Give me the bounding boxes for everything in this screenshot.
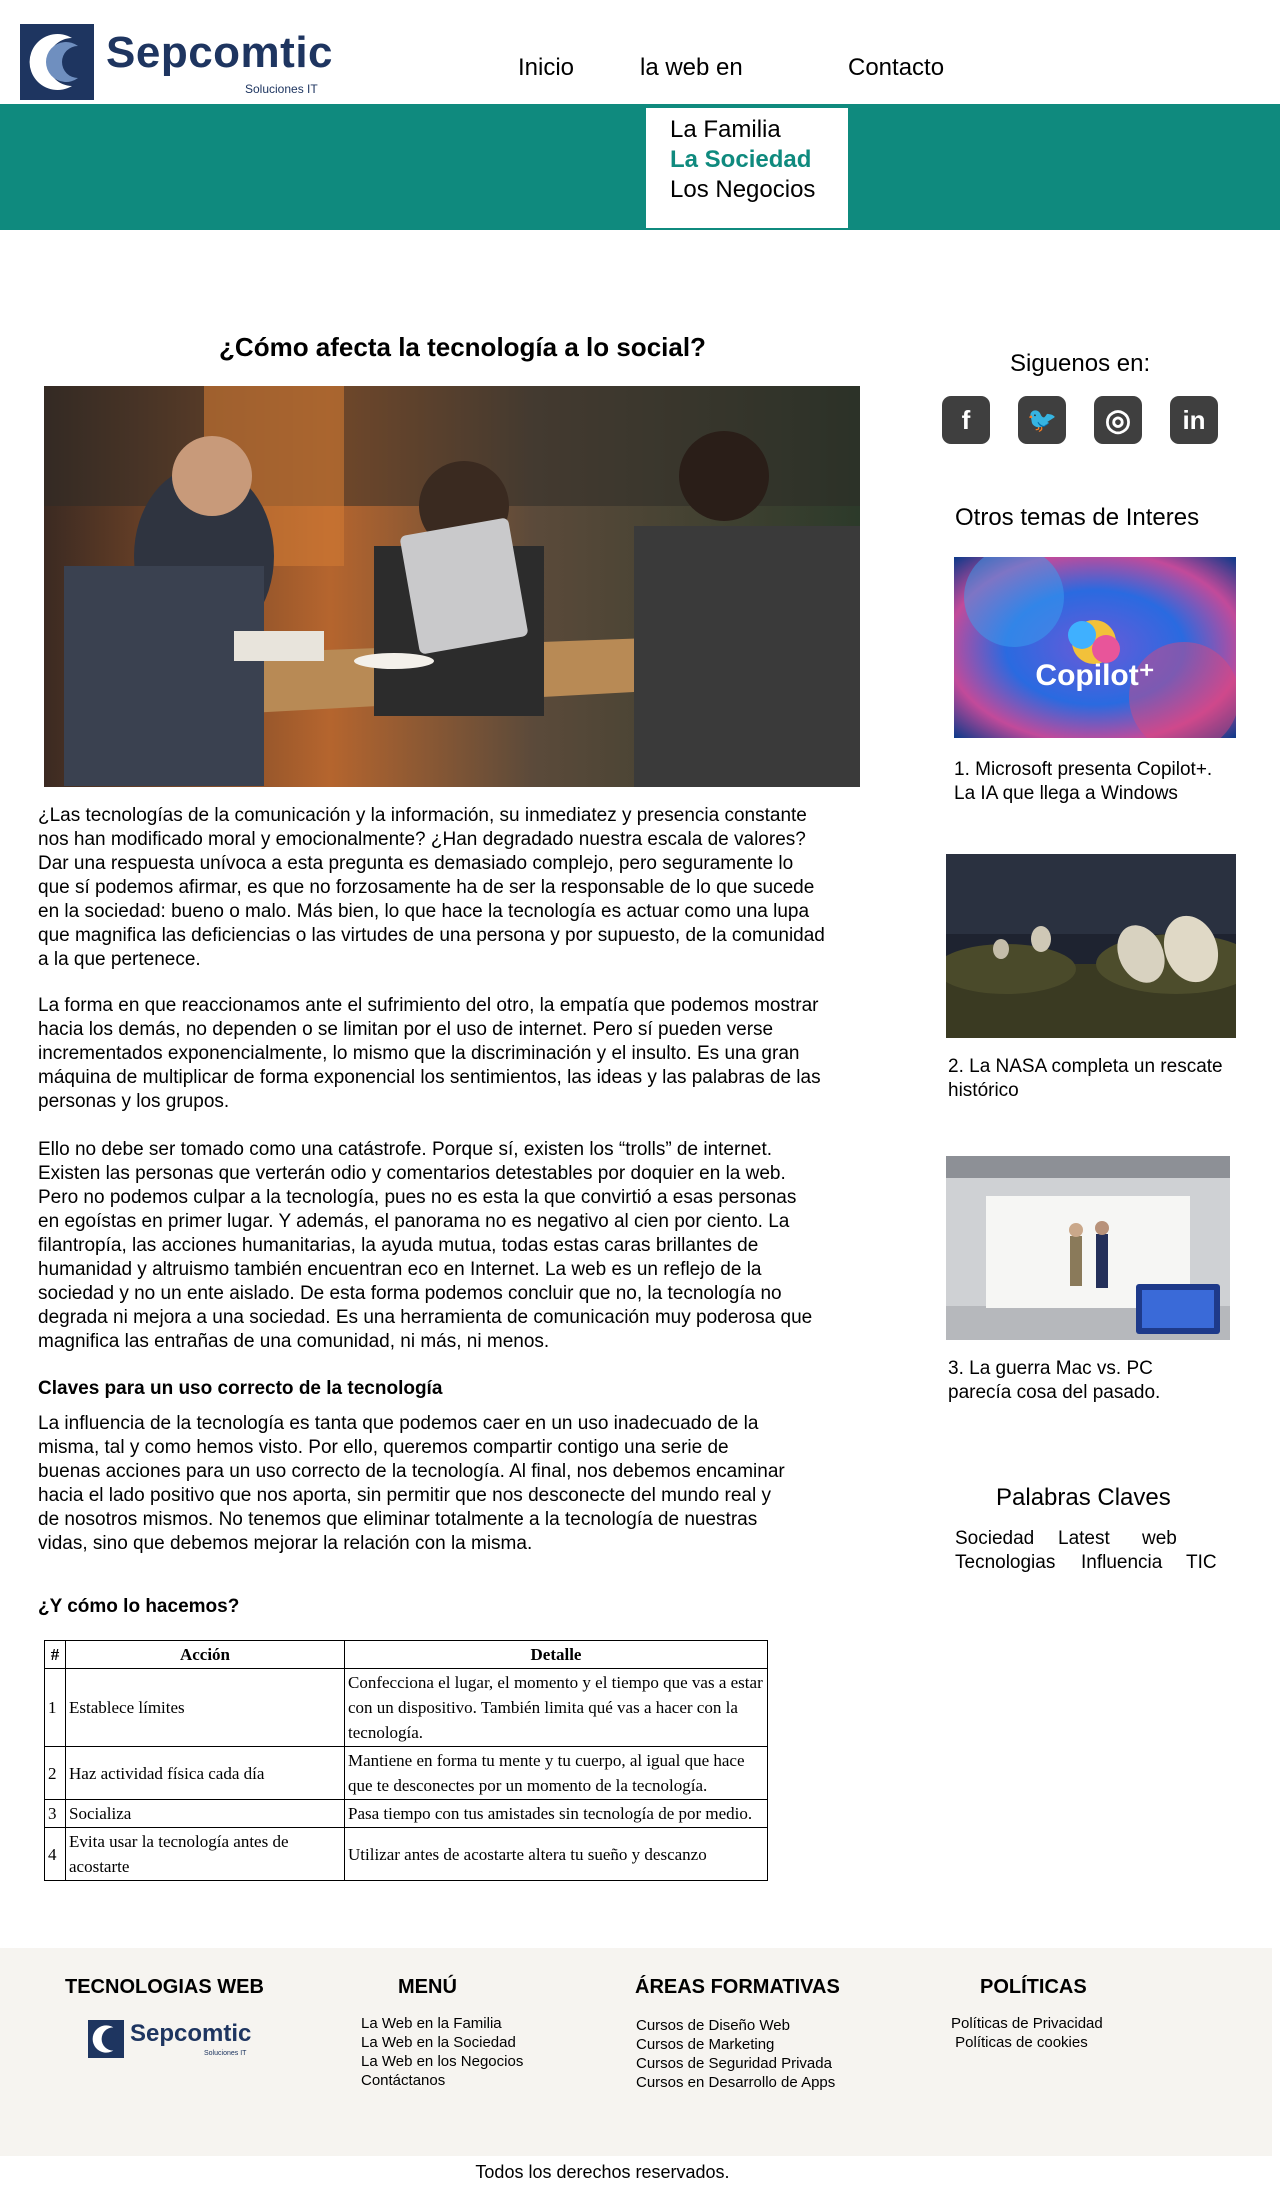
dropdown-item-familia[interactable]: La Familia [670,116,781,144]
dropdown-item-sociedad[interactable]: La Sociedad [670,146,811,174]
table-row: 4 Evita usar la tecnología antes de acos… [44,1827,768,1881]
linkedin-icon[interactable]: in [1170,396,1218,444]
instagram-icon[interactable]: ◎ [1094,396,1142,444]
footer-link-cookies[interactable]: Políticas de cookies [951,2033,1088,2052]
table-cell-number: 2 [44,1746,66,1800]
table-header-number: # [44,1640,66,1669]
topic-3-caption[interactable]: 3. La guerra Mac vs. PC parecía cosa del… [948,1357,1160,1405]
footer-logo[interactable]: Sepcomtic Soluciones IT [88,2020,268,2060]
footer-heading-tecnologias: TECNOLOGIAS WEB [65,1976,264,1998]
table-cell-number: 1 [44,1668,66,1747]
article-paragraph-2: La forma en que reaccionamos ante el suf… [38,995,821,1112]
article-title: ¿Cómo afecta la tecnología a lo social? [219,332,706,362]
table-cell-accion: Evita usar la tecnología antes de acosta… [65,1827,345,1881]
table-cell-detalle: Utilizar antes de acostarte altera tu su… [344,1827,768,1881]
table-cell-accion: Establece límites [65,1668,345,1747]
follow-heading: Siguenos en: [1010,350,1151,377]
copyright-text: Todos los derechos reservados. [475,2162,730,2182]
logo-emblem-icon [20,24,94,100]
topic-2-image[interactable] [946,854,1236,1038]
footer-brand-tagline: Soluciones IT [204,2050,247,2057]
site-logo[interactable]: Sepcomtic Soluciones IT [20,24,334,100]
article-paragraph-1: ¿Las tecnologías de la comunicación y la… [38,805,825,970]
footer-link-privacidad[interactable]: Políticas de Privacidad [951,2014,1103,2033]
keyword-tecnologias[interactable]: Tecnologias [955,1552,1055,1574]
table-row: 1 Establece límites Confecciona el lugar… [44,1668,768,1747]
keyword-web[interactable]: web [1142,1528,1177,1550]
article-hero-image [44,386,860,787]
topic-1-caption[interactable]: 1. Microsoft presenta Copilot+. La IA qu… [954,758,1212,806]
table-cell-accion: Haz actividad física cada día [65,1746,345,1800]
header-band [0,104,1280,230]
table-cell-number: 3 [44,1799,66,1828]
table-cell-detalle: Confecciona el lugar, el momento y el ti… [344,1668,768,1747]
keyword-latest[interactable]: Latest [1058,1528,1110,1550]
nav-dropdown: La Familia La Sociedad Los Negocios [646,108,848,228]
footer-link-contactanos[interactable]: Contáctanos [361,2071,445,2090]
topic-1-image-text: Copilot⁺ [1035,659,1154,692]
claves-heading: Claves para un uso correcto de la tecnol… [38,1378,443,1399]
facebook-icon[interactable]: f [942,396,990,444]
table-row: 2 Haz actividad física cada día Mantiene… [44,1746,768,1800]
footer-logo-emblem-icon [88,2020,124,2058]
nav-contacto[interactable]: Contacto [848,54,944,82]
brand-name: Sepcomtic [106,28,334,77]
table-row: 3 Socializa Pasa tiempo con tus amistade… [44,1799,768,1828]
nav-inicio[interactable]: Inicio [518,54,574,82]
how-heading: ¿Y cómo lo hacemos? [38,1596,240,1617]
table-header-detalle: Detalle [344,1640,768,1669]
twitter-icon[interactable]: 🐦 [1018,396,1066,444]
keyword-tic[interactable]: TIC [1186,1552,1217,1574]
footer: TECNOLOGIAS WEB Sepcomtic Soluciones IT … [0,1948,1272,2156]
footer-link-sociedad[interactable]: La Web en la Sociedad [361,2033,516,2052]
footer-link-seguridad[interactable]: Cursos de Seguridad Privada [636,2054,832,2073]
actions-table: # Acción Detalle 1 Establece límites Con… [44,1640,768,1881]
footer-heading-politicas: POLÍTICAS [980,1976,1087,1998]
table-cell-detalle: Mantiene en forma tu mente y tu cuerpo, … [344,1746,768,1800]
table-header-row: # Acción Detalle [44,1640,768,1669]
keywords-heading: Palabras Claves [996,1484,1171,1511]
table-header-accion: Acción [65,1640,345,1669]
table-cell-number: 4 [44,1827,66,1881]
dropdown-item-negocios[interactable]: Los Negocios [670,176,815,204]
table-cell-detalle: Pasa tiempo con tus amistades sin tecnol… [344,1799,768,1828]
keyword-influencia[interactable]: Influencia [1081,1552,1162,1574]
nav-la-web-en[interactable]: la web en [640,54,743,82]
keyword-sociedad[interactable]: Sociedad [955,1528,1034,1550]
topic-3-image[interactable] [946,1156,1230,1340]
topic-2-caption[interactable]: 2. La NASA completa un rescate histórico [948,1055,1223,1103]
article-paragraph-3: Ello no debe ser tomado como una catástr… [38,1139,813,1352]
footer-heading-menu: MENÚ [398,1976,457,1998]
claves-paragraph: La influencia de la tecnología es tanta … [38,1413,785,1554]
footer-heading-areas: ÁREAS FORMATIVAS [635,1976,840,1998]
table-cell-accion: Socializa [65,1799,345,1828]
footer-link-diseno-web[interactable]: Cursos de Diseño Web [636,2016,790,2035]
topics-heading: Otros temas de Interes [955,504,1200,531]
footer-link-familia[interactable]: La Web en la Familia [361,2014,502,2033]
topic-1-image[interactable]: Copilot⁺ [954,557,1236,738]
footer-link-negocios[interactable]: La Web en los Negocios [361,2052,523,2071]
footer-link-marketing[interactable]: Cursos de Marketing [636,2035,774,2054]
footer-brand-name: Sepcomtic [130,2020,252,2047]
brand-tagline: Soluciones IT [245,82,318,96]
footer-link-apps[interactable]: Cursos en Desarrollo de Apps [636,2073,835,2092]
